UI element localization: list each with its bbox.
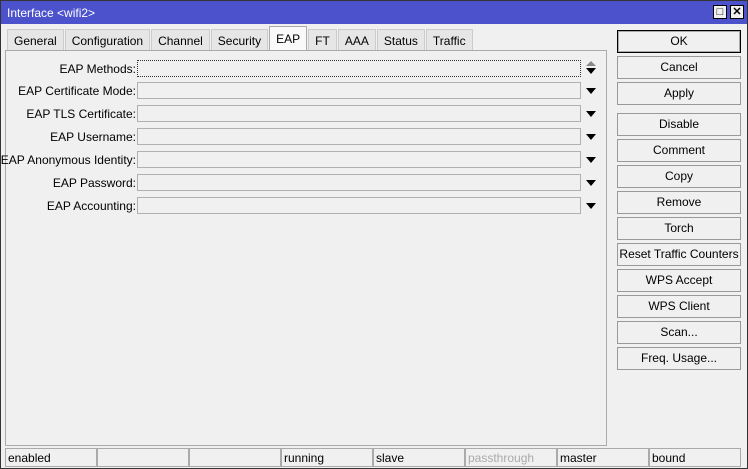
field-label: EAP TLS Certificate:: [26, 107, 136, 121]
wps-client-button[interactable]: WPS Client: [617, 295, 741, 318]
ok-button[interactable]: OK: [617, 30, 741, 53]
status-cell: master: [557, 448, 649, 467]
field-label: EAP Anonymous Identity:: [0, 153, 136, 167]
status-cell: [97, 448, 189, 467]
maximize-icon[interactable]: □: [713, 5, 727, 19]
title-bar[interactable]: Interface <wifi2> □ ✕: [1, 1, 747, 24]
field-input[interactable]: [137, 174, 581, 191]
scan-button[interactable]: Scan...: [617, 321, 741, 344]
close-icon[interactable]: ✕: [730, 5, 744, 19]
field-input[interactable]: [137, 151, 581, 168]
tab-status[interactable]: Status: [376, 29, 425, 51]
comment-button[interactable]: Comment: [617, 139, 741, 162]
status-cell: enabled: [5, 448, 97, 467]
dropdown-arrow-icon[interactable]: [586, 111, 596, 117]
field-input[interactable]: [137, 82, 581, 99]
tab-ft[interactable]: FT: [308, 29, 337, 51]
field-label: EAP Accounting:: [46, 199, 136, 213]
status-cell: slave: [373, 448, 465, 467]
field-row: EAP Methods:: [6, 60, 606, 77]
field-input[interactable]: [137, 128, 581, 145]
tab-eap[interactable]: EAP: [269, 26, 308, 51]
dropdown-arrow-icon[interactable]: [586, 203, 596, 209]
field-label: EAP Certificate Mode:: [18, 84, 136, 98]
status-cell: [189, 448, 281, 467]
field-row: EAP Accounting:: [6, 197, 606, 214]
status-cell: passthrough: [465, 448, 557, 467]
dropdown-arrow-icon[interactable]: [586, 134, 596, 140]
field-row: EAP Certificate Mode:: [6, 82, 606, 99]
interface-window: Interface <wifi2> □ ✕ General Configurati…: [0, 0, 748, 469]
dropdown-arrow-icon[interactable]: [586, 88, 596, 94]
tab-aaa[interactable]: AAA: [337, 29, 376, 51]
field-input[interactable]: [137, 105, 581, 122]
field-label: EAP Password:: [52, 176, 136, 190]
dropdown-arrow-icon[interactable]: [586, 157, 596, 163]
field-label: EAP Username:: [50, 130, 136, 144]
field-row: EAP Password:: [6, 174, 606, 191]
cancel-button[interactable]: Cancel: [617, 56, 741, 79]
tab-configuration[interactable]: Configuration: [64, 29, 151, 51]
disable-button[interactable]: Disable: [617, 113, 741, 136]
tab-traffic[interactable]: Traffic: [425, 29, 473, 51]
status-cell: running: [281, 448, 373, 467]
reset-traffic-counters-button[interactable]: Reset Traffic Counters: [617, 243, 741, 266]
field-row: EAP TLS Certificate:: [6, 105, 606, 122]
status-bar: enabled running slave passthrough master boun…: [5, 448, 741, 467]
tab-security[interactable]: Security: [210, 29, 269, 51]
wps-accept-button[interactable]: WPS Accept: [617, 269, 741, 292]
apply-button[interactable]: Apply: [617, 82, 741, 105]
tab-general[interactable]: General: [7, 29, 64, 51]
eap-panel: EAP Methods: EAP Certificate Mode: EAP TLS…: [1, 50, 607, 446]
torch-button[interactable]: Torch: [617, 217, 741, 240]
freq-usage-button[interactable]: Freq. Usage...: [617, 347, 741, 370]
tab-channel[interactable]: Channel: [151, 29, 210, 51]
copy-button[interactable]: Copy: [617, 165, 741, 188]
field-row: EAP Username:: [6, 128, 606, 145]
dropdown-arrow-icon[interactable]: [586, 180, 596, 186]
field-row: EAP Anonymous Identity:: [1, 151, 606, 168]
up-down-arrows-icon[interactable]: [586, 61, 596, 75]
field-label: EAP Methods:: [59, 62, 137, 76]
tab-bar: General Configuration Channel Security EAP FT…: [7, 26, 474, 51]
window-title: Interface <wifi2>: [7, 6, 96, 20]
remove-button[interactable]: Remove: [617, 191, 741, 214]
field-input[interactable]: [137, 60, 581, 77]
status-cell: bound: [649, 448, 741, 467]
field-input[interactable]: [137, 197, 581, 214]
